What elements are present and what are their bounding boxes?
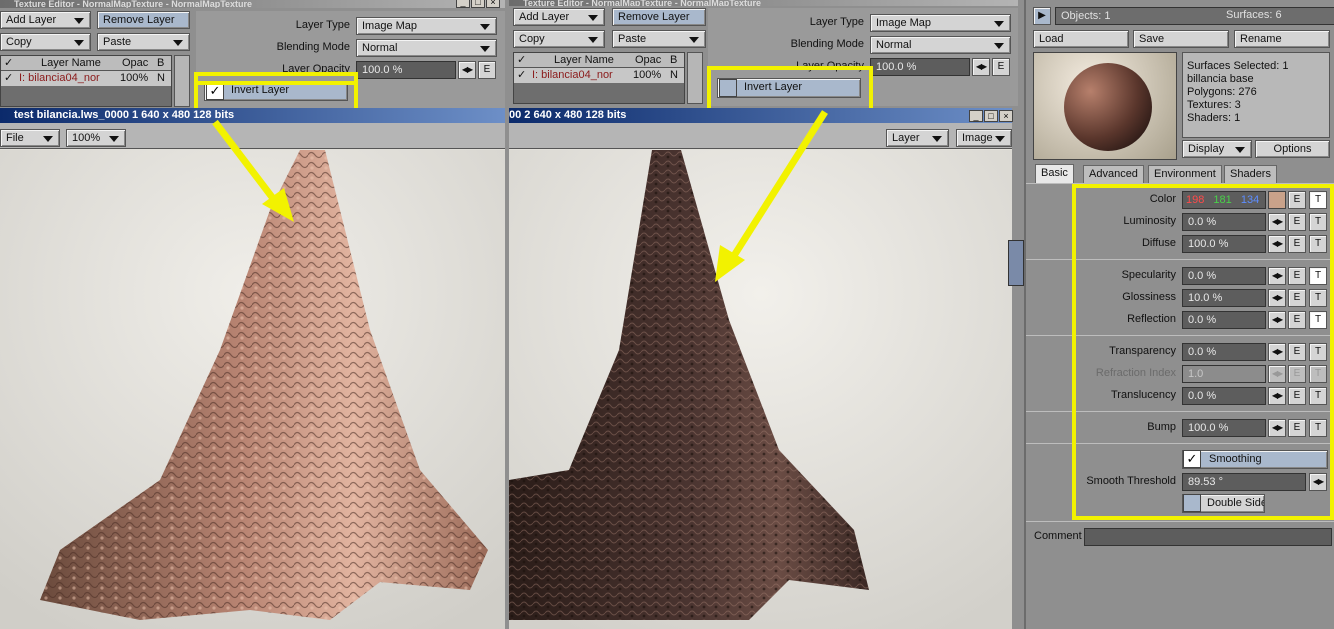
arrow-left (212, 119, 281, 208)
background-window-strip (1008, 240, 1024, 286)
comment-field[interactable] (1084, 528, 1332, 546)
save-button[interactable]: Save (1133, 30, 1229, 48)
objects-count: Objects: 1 (1055, 7, 1334, 25)
preview-sphere (1064, 63, 1152, 151)
display-select[interactable]: Display (1182, 140, 1252, 158)
tab-environment[interactable]: Environment (1148, 165, 1222, 183)
comment-label: Comment (1034, 530, 1082, 542)
section-divider (1026, 521, 1334, 522)
tab-basic[interactable]: Basic (1035, 164, 1074, 184)
load-button[interactable]: Load (1033, 30, 1129, 48)
surface-info: Surfaces Selected: 1 billancia base Poly… (1182, 52, 1330, 138)
tab-shaders[interactable]: Shaders (1224, 165, 1277, 183)
highlight-box (1072, 184, 1334, 520)
tab-advanced[interactable]: Advanced (1083, 165, 1144, 183)
surface-editor: ▶ Objects: 1 Surfaces: 6 Load Save Renam… (1024, 0, 1334, 629)
annotation-arrows (212, 110, 828, 282)
surface-preview (1033, 52, 1177, 160)
rename-button[interactable]: Rename (1234, 30, 1330, 48)
info-surface-name: billancia base (1187, 73, 1254, 85)
arrow-right (727, 110, 828, 264)
info-polygons: Polygons: 276 (1187, 86, 1257, 98)
info-textures: Textures: 3 (1187, 99, 1241, 111)
options-button[interactable]: Options (1255, 140, 1330, 158)
info-surfaces-selected: Surfaces Selected: 1 (1187, 60, 1289, 72)
surfaces-count: Surfaces: 6 (1226, 9, 1282, 21)
info-shaders: Shaders: 1 (1187, 112, 1241, 124)
play-icon[interactable]: ▶ (1033, 7, 1051, 25)
